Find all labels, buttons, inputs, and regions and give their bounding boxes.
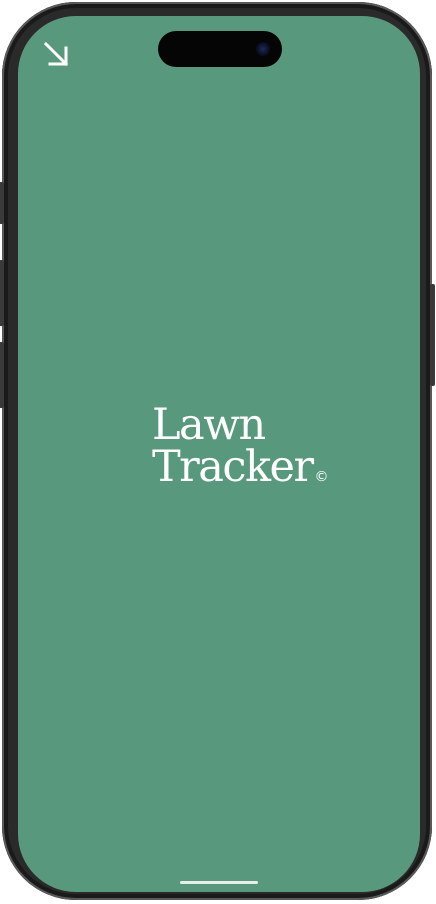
dynamic-island: [158, 31, 282, 67]
volume-down-button: [0, 342, 4, 408]
splash-screen: Lawn Tracker ©: [18, 16, 420, 892]
home-indicator[interactable]: [180, 881, 258, 884]
logo-word-lawn: Lawn: [152, 400, 266, 450]
volume-up-button: [0, 260, 4, 326]
phone-frame: Lawn Tracker ©: [0, 2, 435, 900]
app-logo: Lawn Tracker ©: [152, 404, 329, 498]
logo-tracker-text: Tracker: [152, 442, 314, 492]
power-button: [430, 284, 435, 386]
action-button: [0, 182, 4, 224]
logo-word-tracker: Tracker ©: [152, 446, 329, 498]
copyright-mark: ©: [314, 469, 329, 485]
camera-icon: [256, 42, 270, 56]
arrow-down-right-icon[interactable]: [42, 40, 72, 70]
